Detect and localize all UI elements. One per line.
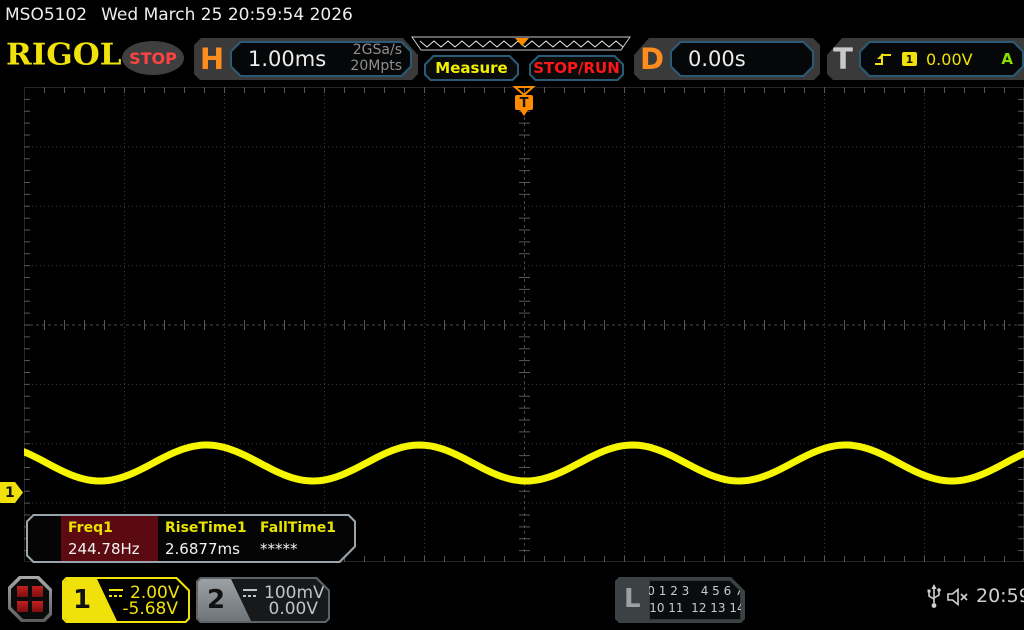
channel1-block[interactable]: 1 2.00V -5.68V [62, 577, 190, 623]
trigger-pin-letter: T [520, 96, 529, 111]
trigger-label: T [833, 42, 853, 76]
run-state-badge: STOP [122, 41, 184, 75]
trigger-sweep-mode: A [1001, 50, 1013, 68]
delay-value: 0.00s [688, 47, 746, 71]
channel1-offset-marker[interactable]: 1 [0, 482, 23, 503]
waveform-ch1 [24, 441, 1024, 485]
measurement-value: 2.6877ms [165, 540, 240, 558]
usb-icon [927, 584, 941, 608]
menu-button[interactable] [8, 576, 52, 622]
dc-coupling-icon [242, 588, 258, 598]
horizontal-panel[interactable]: H 1.00ms 2GSa/s 20Mpts [194, 38, 418, 80]
trigger-position-pin[interactable]: T [511, 85, 537, 125]
channel2-number: 2 [207, 585, 226, 615]
graticule [24, 87, 1024, 562]
measurement-label: FallTime1 [260, 520, 336, 536]
logic-row-0-7: 0 1 2 3 4 5 6 7 [647, 583, 743, 598]
model-name: MSO5102 [5, 5, 88, 25]
measurement-value: 244.78Hz [68, 540, 140, 558]
preview-zigzag-icon [411, 36, 631, 51]
horizontal-label: H [199, 42, 225, 76]
timebase-value: 1.00ms [248, 47, 327, 71]
measurement-label: RiseTime1 [165, 520, 247, 536]
measure-button[interactable]: Measure [424, 55, 519, 81]
measurement-box[interactable]: Freq1 244.78Hz RiseTime1 2.6877ms FallTi… [26, 514, 356, 563]
rigol-logo: RIGOL [6, 37, 122, 73]
trigger-source-badge: 1 [902, 52, 917, 66]
titlebar: MSO5102 Wed March 25 20:59:54 2026 [5, 5, 353, 25]
delay-label: D [639, 42, 665, 76]
menu-grid-icon [17, 586, 43, 612]
trigger-level: 0.00V [926, 49, 973, 69]
delay-panel[interactable]: D 0.00s [634, 38, 820, 80]
memory-depth: 20Mpts [350, 58, 402, 74]
datetime: Wed March 25 20:59:54 2026 [101, 5, 353, 25]
channel1-number: 1 [73, 585, 92, 615]
stop-run-button[interactable]: STOP/RUN [529, 55, 624, 81]
channel1-offset: -5.68V [122, 599, 178, 619]
channel2-block[interactable]: 2 100mV 0.00V [196, 577, 330, 623]
oscilloscope-screen: MSO5102 Wed March 25 20:59:54 2026 RIGOL … [0, 0, 1024, 630]
sample-rate: 2GSa/s [352, 42, 402, 59]
clock: 20:59 [976, 585, 1024, 607]
trigger-panel[interactable]: T 1 0.00V A [827, 38, 1024, 80]
logic-label: L [624, 584, 641, 614]
rising-edge-icon [873, 51, 893, 67]
speaker-muted-icon[interactable] [946, 588, 972, 606]
logic-channels-block[interactable]: L 0 1 2 3 4 5 6 7 8 9 10 11 12 13 14 15 [615, 577, 745, 623]
logic-row-8-15: 8 9 10 11 12 13 14 15 [626, 601, 764, 615]
waveform-preview-strip[interactable] [411, 36, 632, 52]
measurement-label: Freq1 [68, 520, 113, 536]
measurement-value: ***** [260, 540, 298, 558]
dc-coupling-icon [108, 588, 124, 598]
channel2-offset: 0.00V [268, 599, 318, 619]
